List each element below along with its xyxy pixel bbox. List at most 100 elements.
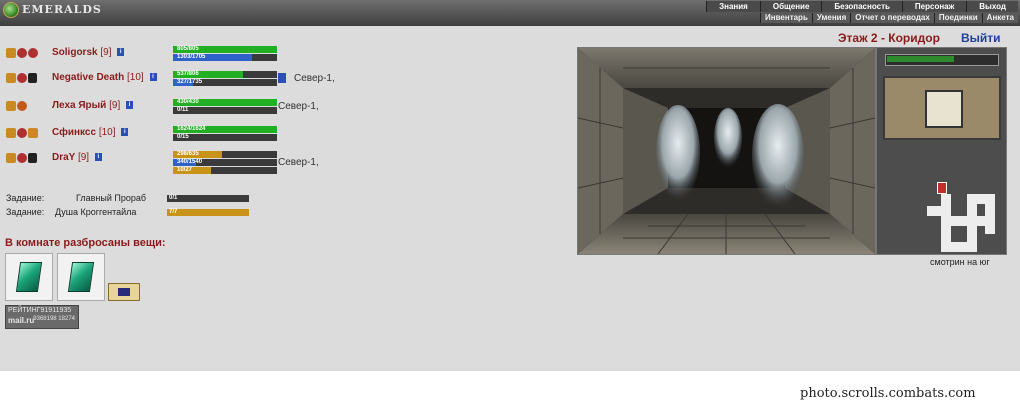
info-icon[interactable]: i: [117, 48, 125, 57]
member-bars: 298/635 340/1540 10/27: [173, 151, 277, 175]
member-name-text: Negative Death: [52, 72, 125, 83]
member-level: [10]: [98, 127, 116, 138]
hp-text: 805/805: [177, 46, 199, 52]
quest-label: Задание:: [6, 207, 45, 217]
info-icon[interactable]: i: [126, 101, 134, 110]
party-member[interactable]: Сфинксс [10] i 1624/1624 0/15: [6, 126, 546, 148]
menu-security[interactable]: Безопасность: [821, 1, 902, 12]
menu-exit[interactable]: Выход: [966, 1, 1018, 12]
guild-icon: [28, 153, 37, 163]
member-location-text: Север-1,: [278, 101, 319, 112]
member-bars: 805/805 1303/1705: [173, 46, 277, 62]
member-icons: [6, 126, 52, 140]
menu-character[interactable]: Персонаж: [901, 1, 967, 12]
menu-transfers[interactable]: Отчет о переводах: [850, 13, 934, 23]
hp-bar: 1624/1624: [173, 126, 277, 133]
menu-communication[interactable]: Общение: [759, 1, 822, 12]
member-name[interactable]: Леха Ярый [9] i: [52, 100, 134, 111]
align-icon: [17, 48, 27, 58]
party-member[interactable]: Леха Ярый [9] i 430/430 0/11 Север-1,: [6, 99, 546, 121]
menu-knowledge[interactable]: Знания: [706, 1, 760, 12]
party-member[interactable]: Soligorsk [9] i 805/805 1303/1705: [6, 46, 546, 68]
mana-bar: 327/1735: [173, 79, 277, 86]
quest-name[interactable]: Душа Кроггентайла: [55, 207, 136, 217]
party-member[interactable]: Negative Death [10] i 537/806 327/1735 С…: [6, 71, 546, 93]
mana-bar: 1303/1705: [173, 54, 277, 61]
member-icons: [6, 46, 52, 60]
emerald-icon: [15, 262, 43, 292]
minimap-panel: [876, 47, 1007, 255]
quest-label: Задание:: [6, 193, 45, 203]
guild-icon: [28, 48, 38, 58]
align-icon: [17, 128, 27, 138]
turn-control[interactable]: [883, 76, 1001, 140]
top-bar: EMERALDS Знания Общение Безопасность Пер…: [0, 0, 1020, 26]
quest-progress-bar: 0/1: [167, 195, 249, 202]
guild-icon: [28, 128, 38, 138]
hp-bar: 805/805: [173, 46, 277, 53]
clan-icon: [6, 48, 16, 58]
floor-map: [927, 186, 999, 252]
footer-credit: photo.scrolls.combats.com: [800, 386, 976, 401]
dungeon-view[interactable]: [577, 47, 876, 255]
hp-text: 537/806: [177, 71, 199, 77]
member-location: Север-1,: [278, 157, 319, 168]
hp-text: 430/430: [177, 99, 199, 105]
quest-row: Задание: Душа Кроггентайла 7/7: [6, 207, 266, 218]
menu-skills[interactable]: Умения: [811, 13, 851, 23]
stamina-text: 10/27: [177, 167, 193, 173]
member-location-text: Север-1,: [278, 157, 319, 168]
hp-text: 1624/1624: [177, 126, 206, 132]
counter-logo: mail.ru: [8, 316, 35, 325]
member-icons: [6, 71, 52, 85]
stamina-bar: 10/27: [173, 167, 277, 174]
clan-icon: [6, 101, 16, 111]
member-name[interactable]: DraY [9] i: [52, 152, 102, 163]
guild-icon: [28, 73, 37, 83]
member-name-text: Soligorsk: [52, 47, 98, 58]
party-member[interactable]: DraY [9] i 298/635 340/1540 10/27 Север-…: [6, 151, 546, 175]
hp-bar: 430/430: [173, 99, 277, 106]
sub-menu: Инвентарь Умения Отчет о переводах Поеди…: [760, 13, 1018, 23]
exit-link[interactable]: Выйти: [961, 31, 1001, 45]
time-bar: [885, 54, 999, 66]
shield-icon: [278, 73, 286, 84]
info-icon[interactable]: i: [149, 73, 157, 82]
clan-icon: [6, 128, 16, 138]
compass-icon[interactable]: [925, 90, 963, 128]
hp-bar: 298/635: [173, 151, 277, 158]
hp-text: 298/635: [177, 151, 199, 157]
item-slot[interactable]: [5, 253, 53, 301]
hp-bar: 537/806: [173, 71, 277, 78]
emerald-logo-icon[interactable]: [3, 2, 19, 18]
game-screen: EMERALDS Знания Общение Безопасность Пер…: [0, 0, 1020, 371]
rating-counter[interactable]: РЕЙТИНГ91911935 mail.ru 9368198 18274: [5, 305, 79, 329]
menu-inventory[interactable]: Инвентарь: [760, 13, 812, 23]
emerald-icon: [67, 262, 95, 292]
clan-icon: [6, 153, 16, 163]
member-name[interactable]: Negative Death [10] i: [52, 72, 157, 83]
mana-bar: 0/15: [173, 134, 277, 141]
items-title: В комнате разбросаны вещи:: [5, 237, 166, 249]
member-bars: 537/806 327/1735: [173, 71, 277, 87]
info-icon[interactable]: i: [121, 128, 129, 137]
mana-text: 327/1735: [177, 79, 203, 85]
member-name-text: DraY: [52, 152, 76, 163]
align-icon: [17, 73, 27, 83]
scroll-icon[interactable]: [108, 283, 140, 301]
align-icon: [17, 101, 27, 111]
location-title: Этаж 2 - Коридор: [838, 31, 940, 45]
item-slot[interactable]: [57, 253, 105, 301]
member-name[interactable]: Сфинксс [10] i: [52, 127, 129, 138]
counter-stats: 9368198 18274: [33, 316, 75, 322]
quest-progress-bar: 7/7: [167, 209, 249, 216]
mana-bar: 340/1540: [173, 159, 277, 166]
menu-fights[interactable]: Поединки: [933, 13, 982, 23]
look-direction: смотрин на юг: [930, 257, 990, 267]
info-icon[interactable]: i: [94, 153, 102, 162]
menu-profile[interactable]: Анкета: [981, 13, 1018, 23]
mana-text: 1303/1705: [177, 54, 206, 60]
quest-name[interactable]: Главный Прораб: [76, 193, 146, 203]
member-name[interactable]: Soligorsk [9] i: [52, 47, 125, 58]
member-icons: [6, 151, 52, 165]
